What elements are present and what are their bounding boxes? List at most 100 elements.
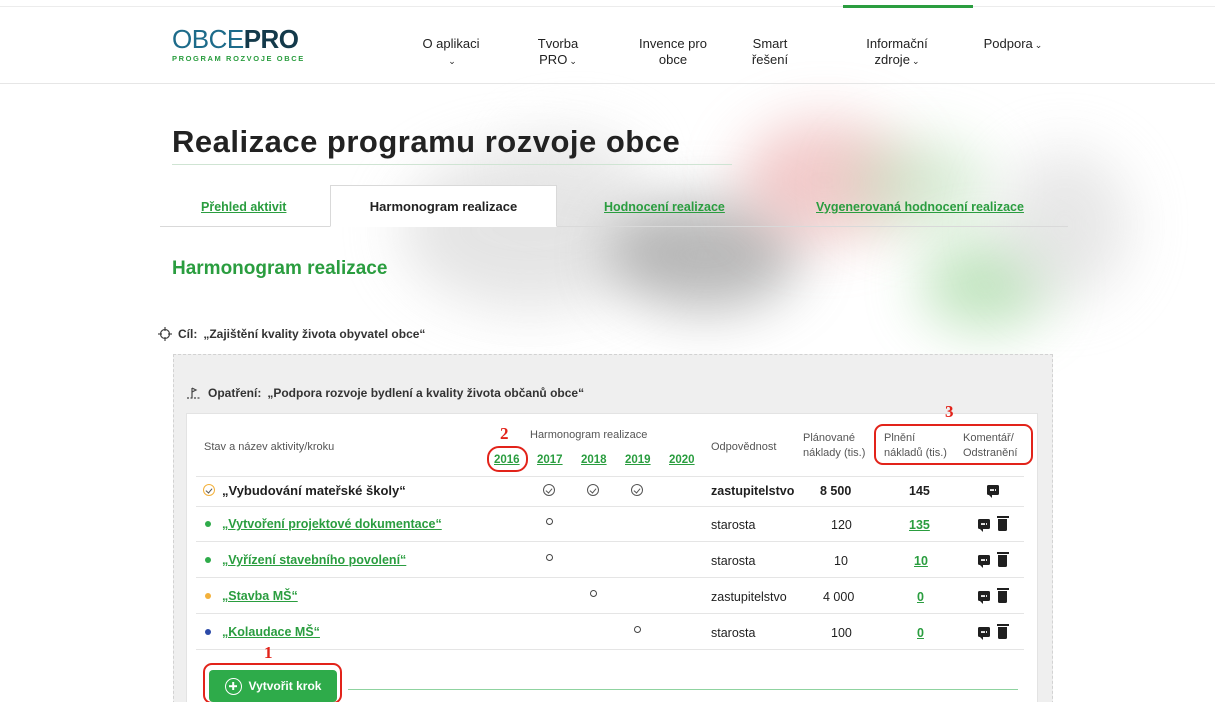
measure-prefix: Opatření: <box>208 386 262 400</box>
header-responsibility: Odpovědnost <box>711 441 777 453</box>
section-title: Harmonogram realizace <box>172 258 388 279</box>
header-schedule: Harmonogram realizace <box>530 429 648 441</box>
tab-prehled-aktivit[interactable]: Přehled aktivit <box>201 200 286 214</box>
step-responsibility: starosta <box>711 518 756 532</box>
chevron-down-icon: ⌄ <box>569 56 577 66</box>
step-planned: 4 000 <box>823 590 855 604</box>
row-divider <box>196 577 1024 578</box>
year-2018[interactable]: 2018 <box>581 454 607 466</box>
logo-light: OBCE <box>172 24 244 54</box>
header-planned-2: náklady (tis.) <box>803 447 866 459</box>
measure-heading: Opatření: „Podpora rozvoje bydlení a kva… <box>186 386 584 400</box>
step-planned: 120 <box>831 518 852 532</box>
site-header: OBCEPRO PROGRAM ROZVOJE OBCE O aplikaci … <box>0 8 1215 84</box>
tab-hodnoceni-realizace[interactable]: Hodnocení realizace <box>604 200 725 214</box>
row-divider <box>196 613 1024 614</box>
tabs-divider <box>160 226 1068 227</box>
row-divider <box>196 476 1024 477</box>
trash-icon[interactable] <box>996 624 1009 639</box>
comment-icon[interactable] <box>978 591 990 604</box>
chevron-down-icon: ⌄ <box>911 56 920 66</box>
step-planned: 100 <box>831 626 852 640</box>
year-2017[interactable]: 2017 <box>537 454 563 466</box>
step-actual-link[interactable]: 0 <box>917 590 924 604</box>
nav-label: Smart řešení <box>751 36 789 67</box>
create-step-label: Vytvořit krok <box>248 679 322 693</box>
logo-bold: PRO <box>243 24 299 54</box>
goal-heading: Cíl: „Zajištění kvality života obyvatel … <box>158 327 425 341</box>
year-2016[interactable]: 2016 <box>494 454 520 466</box>
nav-podpora[interactable]: Podpora ⌄ <box>970 36 1056 53</box>
chevron-down-icon: ⌄ <box>1034 40 1043 50</box>
step-responsibility: zastupitelstvo <box>711 590 787 604</box>
schedule-check-circle-icon <box>587 484 599 496</box>
nav-label: Podpora <box>983 36 1033 51</box>
status-dot-green <box>205 557 211 563</box>
year-2020[interactable]: 2020 <box>669 454 695 466</box>
status-dot-blue <box>205 629 211 635</box>
create-step-button[interactable]: Vytvořit krok <box>209 670 337 702</box>
activity-planned: 8 500 <box>820 484 852 498</box>
activity-responsibility: zastupitelstvo <box>711 484 795 498</box>
tab-vygenerovana-hodnoceni[interactable]: Vygenerovaná hodnocení realizace <box>816 200 1024 214</box>
header-planned-1: Plánované <box>803 432 855 444</box>
step-name-link[interactable]: „Stavba MŠ“ <box>222 589 298 603</box>
title-underline <box>172 164 732 165</box>
step-actual-link[interactable]: 10 <box>914 554 928 568</box>
logo-wordmark: OBCEPRO <box>172 26 342 52</box>
top-border <box>0 6 1215 7</box>
schedule-check-circle-icon <box>631 484 643 496</box>
trash-icon[interactable] <box>996 516 1009 531</box>
target-icon <box>158 327 172 341</box>
annotation-number-3: 3 <box>945 402 954 421</box>
step-name-link[interactable]: „Kolaudace MŠ“ <box>222 625 320 639</box>
comment-icon[interactable] <box>978 627 990 640</box>
schedule-check-circle-icon <box>543 484 555 496</box>
step-responsibility: starosta <box>711 554 756 568</box>
step-actual-link[interactable]: 0 <box>917 626 924 640</box>
trash-icon[interactable] <box>996 588 1009 603</box>
row-divider <box>196 506 1024 507</box>
goal-prefix: Cíl: <box>178 327 198 341</box>
status-dot-orange <box>205 593 211 599</box>
header-comment-1: Komentář/ <box>963 432 1014 444</box>
step-actual-link[interactable]: 135 <box>909 518 930 532</box>
step-name-link[interactable]: „Vyřízení stavebního povolení“ <box>222 553 406 567</box>
nav-tvorba-pro[interactable]: Tvorba PRO ⌄ <box>530 36 586 69</box>
page-title: Realizace programu rozvoje obce <box>172 124 681 159</box>
nav-informacni-zdroje[interactable]: Informační zdroje ⌄ <box>858 36 936 69</box>
plus-circle-icon <box>224 677 242 695</box>
tab-harmonogram-realizace[interactable]: Harmonogram realizace <box>330 185 557 227</box>
step-name-link[interactable]: „Vytvoření projektové dokumentace“ <box>222 517 442 531</box>
nav-o-aplikaci[interactable]: O aplikaci ⌄ <box>418 36 484 69</box>
nav-invence-pro-obce[interactable]: Invence pro obce <box>630 36 716 68</box>
flag-icon <box>187 387 201 399</box>
chevron-down-icon: ⌄ <box>448 56 456 66</box>
row-divider <box>196 541 1024 542</box>
header-name: Stav a název aktivity/kroku <box>204 441 335 453</box>
year-2019[interactable]: 2019 <box>625 454 651 466</box>
schedule-circle-icon <box>546 518 553 525</box>
nav-smart-reseni[interactable]: Smart řešení <box>745 36 795 68</box>
goal-text: „Zajištění kvality života obyvatel obce“ <box>203 327 426 341</box>
nav-label: O aplikaci <box>422 36 480 51</box>
annotation-number-1: 1 <box>264 643 273 662</box>
nav-label: Invence pro obce <box>639 36 707 67</box>
logo[interactable]: OBCEPRO PROGRAM ROZVOJE OBCE <box>172 26 342 63</box>
comment-icon[interactable] <box>978 555 990 568</box>
activity-status-check-circle-icon <box>203 484 215 496</box>
trash-icon[interactable] <box>996 552 1009 567</box>
schedule-circle-icon <box>634 626 641 633</box>
comment-icon[interactable] <box>987 485 999 498</box>
create-step-divider <box>348 689 1018 690</box>
status-dot-green <box>205 521 211 527</box>
comment-icon[interactable] <box>978 519 990 532</box>
logo-subtitle: PROGRAM ROZVOJE OBCE <box>172 54 305 63</box>
measure-text: „Podpora rozvoje bydlení a kvality život… <box>267 386 585 400</box>
schedule-circle-icon <box>546 554 553 561</box>
nav-label: Tvorba PRO ⌄ <box>537 36 579 67</box>
activity-name: „Vybudování mateřské školy“ <box>222 483 406 498</box>
row-divider <box>196 649 1024 650</box>
header-actual-1: Plnění <box>884 432 916 444</box>
activity-actual: 145 <box>909 484 930 498</box>
